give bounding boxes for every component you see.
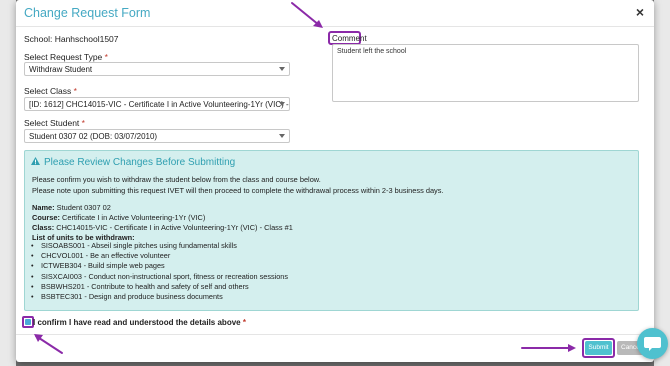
annotation-arrows xyxy=(34,2,576,354)
arrowhead xyxy=(568,344,576,352)
arrow-to-comment xyxy=(291,2,320,26)
